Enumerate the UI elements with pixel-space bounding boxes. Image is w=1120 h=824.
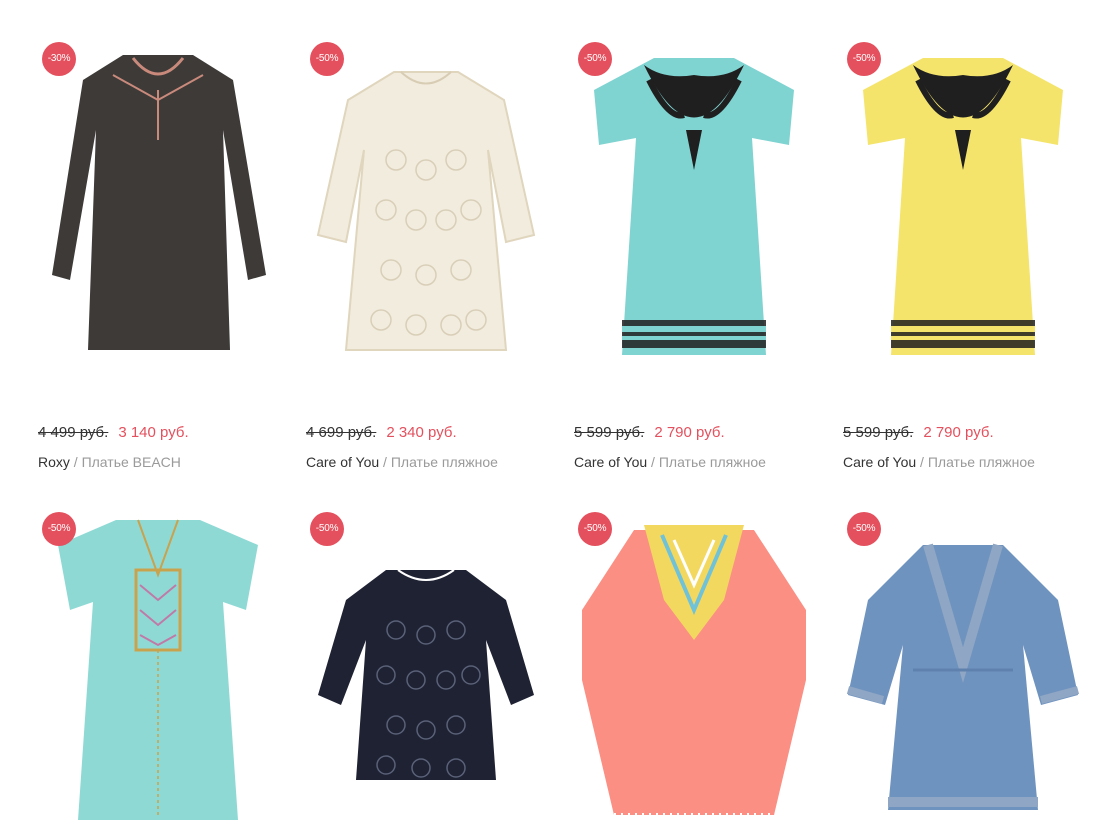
dress-illustration xyxy=(594,58,794,355)
product-card[interactable]: -50% xyxy=(843,490,1083,824)
caption-separator: / xyxy=(916,454,928,470)
product-name[interactable]: Платье BEACH xyxy=(82,454,181,470)
discount-badge: -50% xyxy=(847,512,881,546)
discount-badge: -50% xyxy=(578,42,612,76)
product-card[interactable]: -50% xyxy=(574,490,814,824)
product-name[interactable]: Платье пляжное xyxy=(659,454,766,470)
product-caption[interactable]: Care of You / Платье пляжное xyxy=(574,454,766,470)
product-image[interactable] xyxy=(843,20,1083,390)
product-card[interactable]: -50% xyxy=(306,490,546,824)
old-price: 5 599 руб. xyxy=(574,424,645,441)
product-image[interactable] xyxy=(574,20,814,390)
brand-name[interactable]: Roxy xyxy=(38,454,70,470)
price-row: 5 599 руб. 2 790 руб. xyxy=(843,424,994,441)
product-grid: -30% 4 499 руб. 3 140 руб. Roxy / Платье … xyxy=(0,0,1120,824)
caption-separator: / xyxy=(647,454,659,470)
discount-badge: -50% xyxy=(310,42,344,76)
brand-name[interactable]: Care of You xyxy=(843,454,916,470)
product-image[interactable] xyxy=(38,490,278,824)
product-card[interactable]: -30% 4 499 руб. 3 140 руб. Roxy / Платье … xyxy=(38,20,278,470)
dress-illustration xyxy=(52,55,266,350)
brand-name[interactable]: Care of You xyxy=(306,454,379,470)
sale-price: 2 790 руб. xyxy=(654,424,725,441)
product-card[interactable]: -50% 5 599 руб. 2 790 руб. Care of You / … xyxy=(843,20,1083,470)
dress-illustration xyxy=(316,71,536,351)
brand-name[interactable]: Care of You xyxy=(574,454,647,470)
product-name[interactable]: Платье пляжное xyxy=(928,454,1035,470)
old-price: 5 599 руб. xyxy=(843,424,914,441)
discount-badge: -50% xyxy=(847,42,881,76)
dress-illustration xyxy=(846,543,1080,810)
product-card[interactable]: -50% 5 599 руб. 2 790 руб. Care of You / … xyxy=(574,20,814,470)
product-image[interactable] xyxy=(843,490,1083,824)
discount-badge: -50% xyxy=(310,512,344,546)
sale-price: 2 340 руб. xyxy=(386,424,457,441)
caption-separator: / xyxy=(379,454,391,470)
caption-separator: / xyxy=(69,454,82,470)
dress-illustration xyxy=(582,525,806,817)
product-card[interactable]: -50% xyxy=(38,490,278,824)
product-image[interactable] xyxy=(574,490,814,824)
product-caption[interactable]: Care of You / Платье пляжное xyxy=(306,454,498,470)
product-name[interactable]: Платье пляжное xyxy=(391,454,498,470)
sale-price: 2 790 руб. xyxy=(923,424,994,441)
product-image[interactable] xyxy=(306,490,546,824)
discount-badge: -50% xyxy=(42,512,76,546)
product-image[interactable] xyxy=(38,20,278,390)
old-price: 4 699 руб. xyxy=(306,424,377,441)
sale-price: 3 140 руб. xyxy=(118,424,189,441)
product-caption[interactable]: Care of You / Платье пляжное xyxy=(843,454,1035,470)
discount-badge: -50% xyxy=(578,512,612,546)
price-row: 5 599 руб. 2 790 руб. xyxy=(574,424,725,441)
product-image[interactable] xyxy=(306,20,546,390)
dress-illustration xyxy=(318,569,534,780)
product-caption[interactable]: Roxy / Платье BEACH xyxy=(38,454,181,470)
dress-illustration xyxy=(58,519,258,820)
discount-badge: -30% xyxy=(42,42,76,76)
price-row: 4 499 руб. 3 140 руб. xyxy=(38,424,189,441)
product-card[interactable]: -50% 4 699 руб. 2 340 руб. Care of You / … xyxy=(306,20,546,470)
dress-illustration xyxy=(863,58,1063,355)
price-row: 4 699 руб. 2 340 руб. xyxy=(306,424,457,441)
old-price: 4 499 руб. xyxy=(38,424,109,441)
